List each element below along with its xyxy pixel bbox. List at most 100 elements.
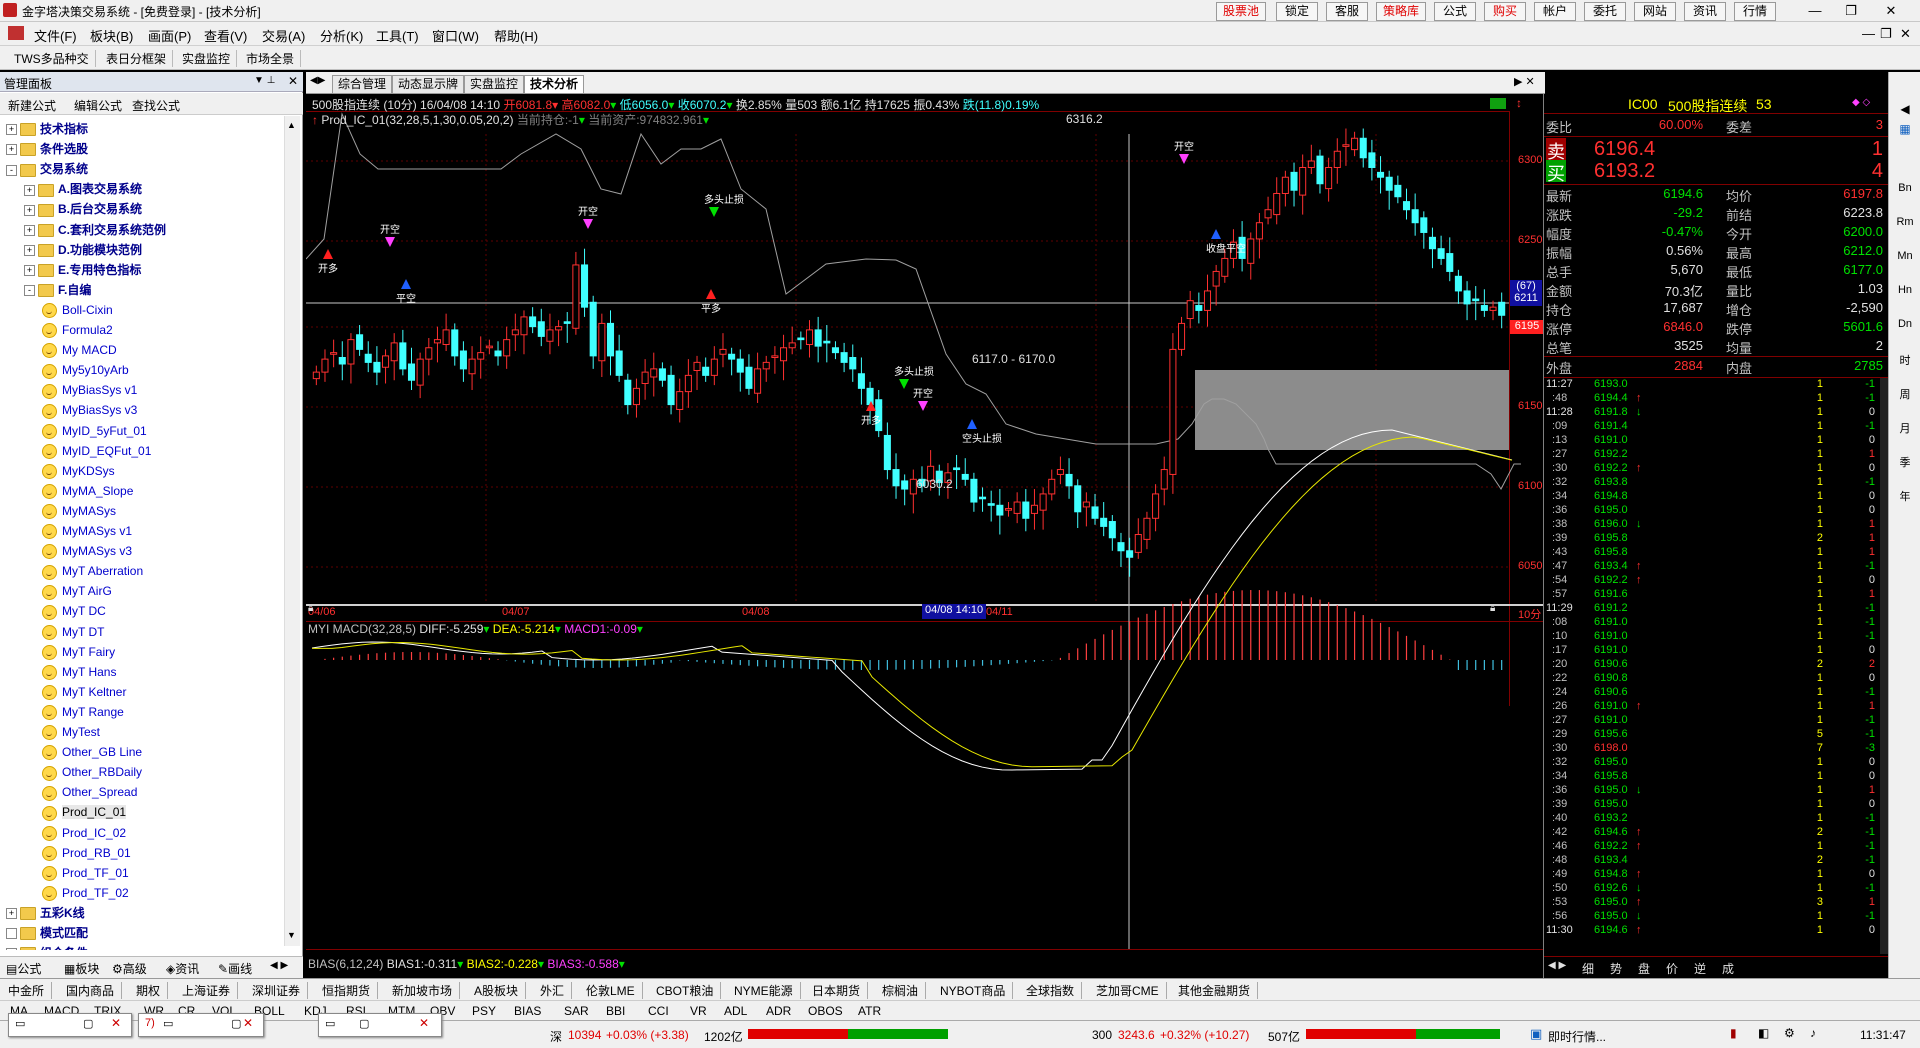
period-button[interactable]: 周 <box>1889 386 1920 402</box>
tree-scrollbar[interactable]: ▲ ▼ <box>284 116 300 946</box>
tree-formula[interactable]: MyBiasSys v1 <box>42 381 137 399</box>
service-button[interactable]: 客服 <box>1326 2 1368 21</box>
settings-icon[interactable]: ⚙ <box>1784 1026 1795 1040</box>
tree-formula[interactable]: MyKDSys <box>42 462 115 480</box>
tree-formula[interactable]: MyID_EQFut_01 <box>42 442 151 460</box>
indicator-tab[interactable]: BBI <box>606 1004 625 1018</box>
restore-button[interactable]: ❐ <box>1836 1 1866 21</box>
tab-trades[interactable]: 成 <box>1722 960 1734 977</box>
expand-icon[interactable]: + <box>6 144 17 156</box>
tab-advanced[interactable]: ⚙高级 <box>112 960 147 977</box>
tree-folder[interactable]: + 技术指标 <box>6 120 88 138</box>
news-button[interactable]: 资讯 <box>1684 2 1726 21</box>
tree-formula[interactable]: MyMASys <box>42 502 116 520</box>
tabs-nav-icon[interactable]: ◀ ▶ <box>1548 960 1566 971</box>
tab-price[interactable]: 价 <box>1666 960 1678 977</box>
tree-folder[interactable]: 组合条件 <box>6 944 88 950</box>
tree-folder[interactable]: + E.专用特色指标 <box>24 261 141 279</box>
tab-overview[interactable]: 综合管理 <box>332 75 393 93</box>
market-tab[interactable]: 期权 <box>136 982 169 999</box>
period-button[interactable]: Mn <box>1889 250 1920 262</box>
sidebar-arrow-icon[interactable]: ◀ <box>1889 102 1920 116</box>
market-tab[interactable]: 外汇 <box>540 982 573 999</box>
tree-formula[interactable]: MyT Fairy <box>42 643 115 661</box>
market-tab[interactable]: 中金所 <box>8 982 53 999</box>
account-button[interactable]: 帐户 <box>1534 2 1576 21</box>
quote-icons[interactable]: ◆ ◇ <box>1852 97 1870 108</box>
market-tab[interactable]: 棕榈油 <box>882 982 927 999</box>
tab-technical-analysis[interactable]: 技术分析 <box>524 75 585 93</box>
menu-file[interactable]: 文件(F) <box>34 26 77 45</box>
formula-button[interactable]: 公式 <box>1434 2 1476 21</box>
indicator-tab[interactable]: CCI <box>648 1004 669 1018</box>
mdi-restore-button[interactable]: ❐ <box>1880 26 1892 42</box>
tree-formula[interactable]: Prod_IC_02 <box>42 824 126 842</box>
minimize-button[interactable]: — <box>1800 1 1830 21</box>
tree-folder[interactable]: + 条件选股 <box>6 140 88 158</box>
market-tab[interactable]: 上海证券 <box>182 982 239 999</box>
indicator-tab[interactable]: ADR <box>766 1004 791 1018</box>
period-button[interactable]: Rm <box>1889 216 1920 228</box>
pin-icon[interactable]: ▼ ⊥ <box>254 75 275 86</box>
indicator-tab[interactable]: SAR <box>564 1004 589 1018</box>
tab-sector[interactable]: ▦板块 <box>64 960 99 977</box>
tab-live-monitor[interactable]: 实盘监控 <box>182 50 238 67</box>
tree-formula[interactable]: Prod_RB_01 <box>42 844 131 862</box>
tick-chart-icon[interactable]: ▦ <box>1889 122 1920 136</box>
tree-folder[interactable]: - F.自编 <box>24 281 91 299</box>
tree-formula[interactable]: MyT Aberration <box>42 562 143 580</box>
tick-scrollbar[interactable] <box>1880 378 1888 954</box>
expand-icon[interactable]: + <box>24 224 35 236</box>
tree-formula[interactable]: MyMA_Slope <box>42 482 133 500</box>
market-tab[interactable]: CBOT粮油 <box>656 982 722 999</box>
tree-formula[interactable]: Other_RBDaily <box>42 763 142 781</box>
period-button[interactable]: Dn <box>1889 318 1920 330</box>
tab-news[interactable]: ◈资讯 <box>166 960 199 977</box>
expand-icon[interactable] <box>6 928 17 940</box>
tree-formula[interactable]: Prod_TF_02 <box>42 884 129 902</box>
market-tab[interactable]: 新加坡市场 <box>392 982 461 999</box>
tree-formula[interactable]: MyT Keltner <box>42 683 126 701</box>
tree-folder[interactable]: + B.后台交易系统 <box>24 200 142 218</box>
buy-button[interactable]: 购买 <box>1484 2 1526 21</box>
period-button[interactable]: 年 <box>1889 488 1920 504</box>
expand-icon[interactable]: + <box>24 265 35 277</box>
menu-analysis[interactable]: 分析(K) <box>320 26 363 45</box>
chart-nav-icon[interactable]: ▶ ✕ <box>1514 75 1535 88</box>
tab-live[interactable]: 实盘监控 <box>464 75 525 93</box>
mdi-close-button[interactable]: ✕ <box>1900 26 1911 42</box>
expand-icon[interactable]: + <box>24 184 35 196</box>
tree-formula[interactable]: MyMASys v1 <box>42 522 132 540</box>
strategy-library-button[interactable]: 策略库 <box>1376 2 1426 21</box>
tree-formula[interactable]: Prod_IC_01 <box>42 803 127 821</box>
menu-window[interactable]: 窗口(W) <box>432 26 479 45</box>
menu-view[interactable]: 查看(V) <box>204 26 247 45</box>
order-button[interactable]: 委托 <box>1584 2 1626 21</box>
market-tab[interactable]: 深圳证券 <box>252 982 309 999</box>
close-button[interactable]: ✕ <box>1876 1 1906 21</box>
tree-formula[interactable]: MyMASys v3 <box>42 542 132 560</box>
tree-formula[interactable]: My MACD <box>42 341 117 359</box>
technical-chart[interactable]: 开多 平空 开空 多头止损 开空 平多 开多 多头止损 开空 空头止损 开空 收盘平空 500股指连续… <box>306 94 1545 978</box>
menu-trade[interactable]: 交易(A) <box>262 26 305 45</box>
period-button[interactable]: 时 <box>1889 352 1920 368</box>
tab-drawing[interactable]: ✎画线 <box>218 960 252 977</box>
mdi-minimize-button[interactable]: — <box>1862 26 1875 41</box>
minimized-window[interactable]: 7) ▭ ▢ ✕ <box>138 1013 264 1037</box>
period-button[interactable]: Hn <box>1889 284 1920 296</box>
tree-formula[interactable]: Other_GB Line <box>42 743 142 761</box>
market-tab[interactable]: 伦敦LME <box>586 982 643 999</box>
lock-left-icon[interactable]: 🔒︎ <box>308 603 313 614</box>
find-formula-button[interactable]: 查找公式 <box>132 97 180 114</box>
tab-detail[interactable]: 细 <box>1582 960 1594 977</box>
market-tab[interactable]: 全球指数 <box>1026 982 1083 999</box>
tree-formula[interactable]: MyT AirG <box>42 582 112 600</box>
tree-formula[interactable]: MyID_5yFut_01 <box>42 422 147 440</box>
tree-formula[interactable]: MyBiasSys v3 <box>42 401 137 419</box>
market-tab[interactable]: NYME能源 <box>734 982 801 999</box>
indicator-tab[interactable]: ATR <box>858 1004 881 1018</box>
tree-formula[interactable]: MyT DC <box>42 602 106 620</box>
sound-icon[interactable]: ◧ <box>1758 1026 1769 1040</box>
indicator-tab[interactable]: BIAS <box>514 1004 541 1018</box>
market-tab[interactable]: A股板块 <box>474 982 527 999</box>
